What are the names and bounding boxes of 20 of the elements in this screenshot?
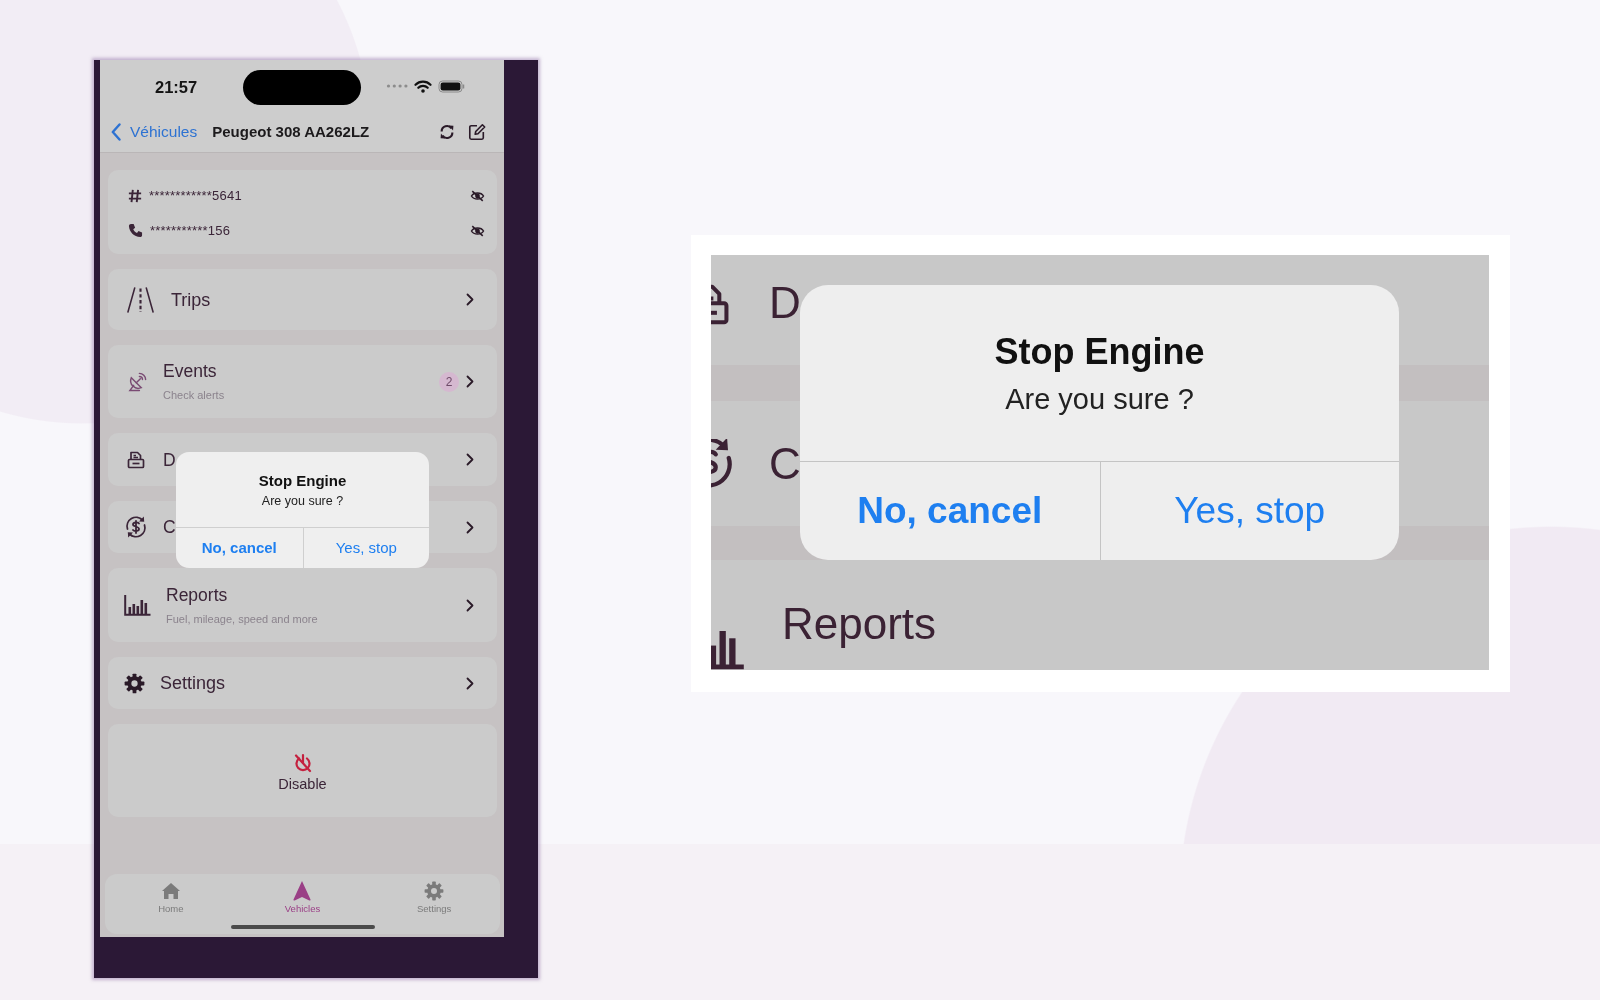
menu-subtitle: Check alerts — [163, 388, 225, 402]
count-badge: 2 — [439, 371, 459, 392]
status-time: 21:57 — [155, 77, 199, 97]
alert-title: Stop Engine — [258, 471, 347, 491]
menu-label: C — [163, 517, 176, 537]
alert-title: Stop Engine — [994, 330, 1205, 374]
masked-number: ************5641 — [149, 186, 242, 205]
alert-message: Are you sure ? — [261, 493, 344, 509]
menu-label: Events — [163, 361, 217, 381]
menu-label: Reports — [166, 584, 228, 605]
menu-subtitle: Fuel, mileage, speed and more — [166, 611, 318, 626]
menu-label: Settings — [160, 673, 226, 693]
alert-message: Are you sure ? — [1005, 382, 1194, 417]
masked-number: ***********156 — [150, 221, 231, 240]
menu-label: Trips — [171, 289, 211, 310]
zoomed-label: Reports — [782, 602, 937, 646]
zoomed-label: C — [769, 442, 801, 486]
menu-label: D — [163, 449, 176, 470]
screen-title: Peugeot 308 AA262LZ — [212, 122, 370, 142]
zoomed-label: D — [769, 281, 801, 325]
